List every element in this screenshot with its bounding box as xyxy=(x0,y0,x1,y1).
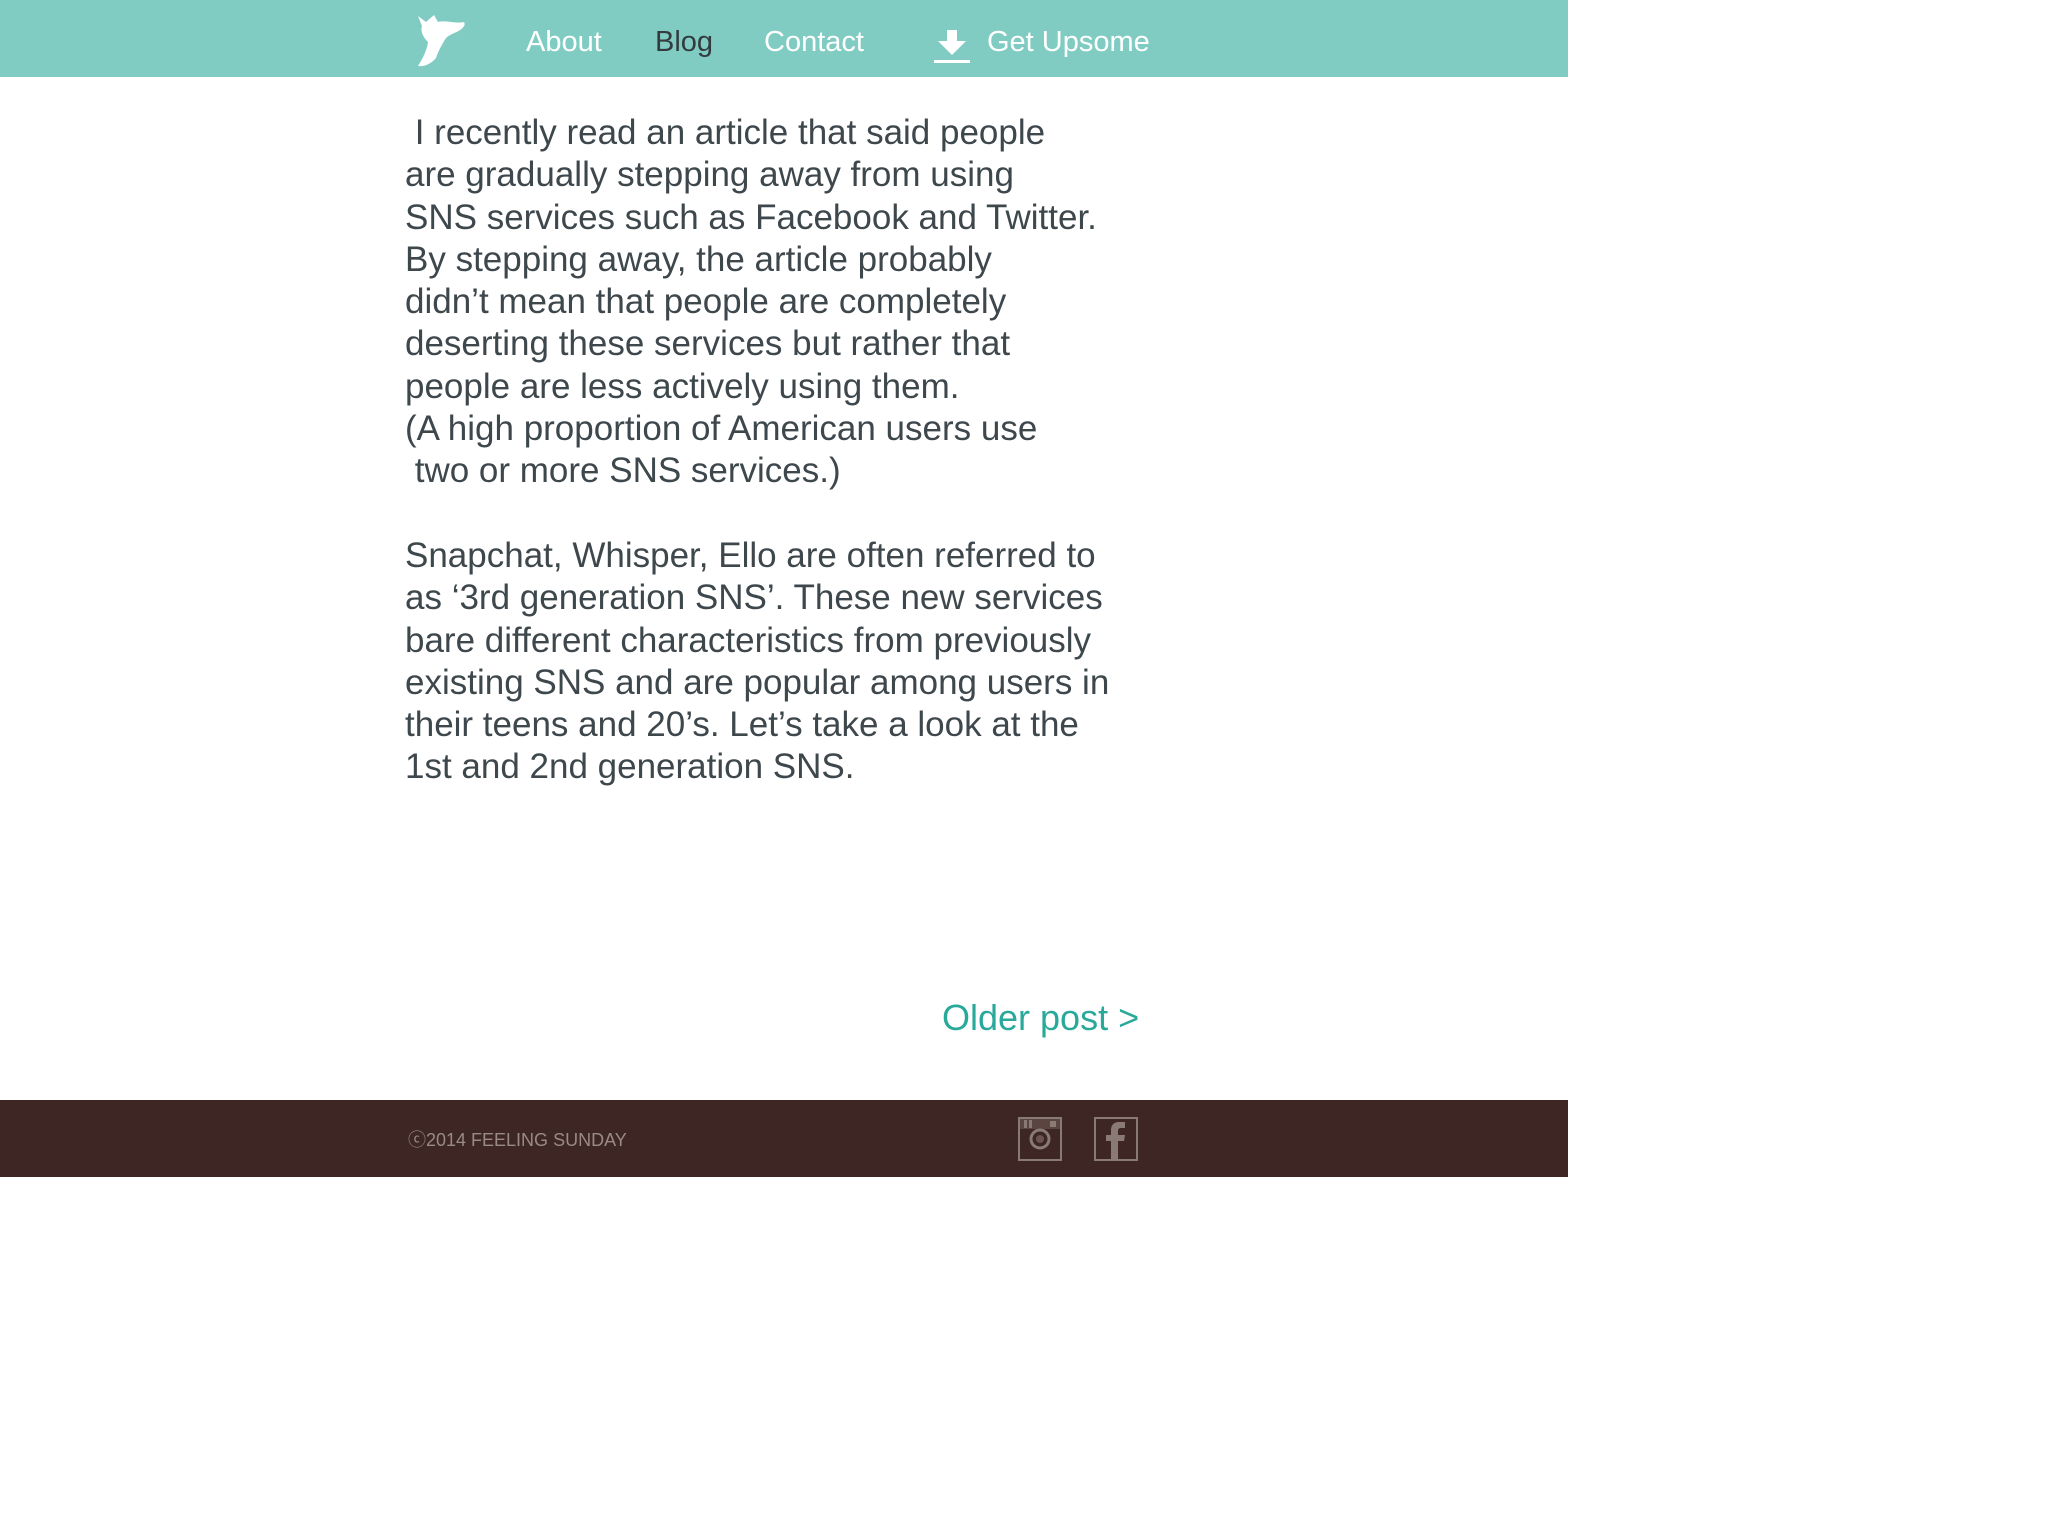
text-line: 1st and 2nd generation SNS. xyxy=(405,747,855,787)
text-line: are gradually stepping away from using xyxy=(405,155,1014,195)
text-line: as ‘3rd generation SNS’. These new servi… xyxy=(405,578,1103,618)
text-line: SNS services such as Facebook and Twitte… xyxy=(405,197,1097,237)
paragraph-1: I recently read an article that said peo… xyxy=(405,112,1165,493)
download-icon xyxy=(932,22,972,66)
text-line: I recently read an article that said peo… xyxy=(405,113,1046,152)
paragraph-2: Snapchat, Whisper, Ello are often referr… xyxy=(405,535,1165,789)
top-navigation-bar: About Blog Contact Get Upsome xyxy=(0,0,1568,77)
get-upsome-label: Get Upsome xyxy=(987,26,1150,58)
text-line: people are less actively using them. xyxy=(405,366,960,406)
text-line: deserting these services but rather that xyxy=(405,324,1011,364)
nav-about-link[interactable]: About xyxy=(526,22,602,62)
text-line: Snapchat, Whisper, Ello are often referr… xyxy=(405,535,1096,575)
get-upsome-button[interactable]: Get Upsome xyxy=(932,22,1150,66)
text-line: two or more SNS services.) xyxy=(405,451,841,491)
blog-post-body: I recently read an article that said peo… xyxy=(405,112,1165,789)
nav-blog-link[interactable]: Blog xyxy=(655,22,713,62)
text-line: existing SNS and are popular among users… xyxy=(405,662,1110,702)
goat-head-logo-icon[interactable] xyxy=(410,12,468,68)
copyright-text: ⓒ2014 FEELING SUNDAY xyxy=(408,1130,627,1150)
nav-contact-link[interactable]: Contact xyxy=(764,22,864,62)
text-line: bare different characteristics from prev… xyxy=(405,620,1092,660)
instagram-icon[interactable] xyxy=(1018,1117,1062,1161)
facebook-icon[interactable] xyxy=(1094,1117,1138,1161)
text-line: (A high proportion of American users use xyxy=(405,409,1038,449)
footer: ⓒ2014 FEELING SUNDAY xyxy=(0,1100,1568,1177)
text-line: didn’t mean that people are completely xyxy=(405,282,1007,322)
text-line: their teens and 20’s. Let’s take a look … xyxy=(405,705,1079,745)
text-line: By stepping away, the article probably xyxy=(405,239,992,279)
page: About Blog Contact Get Upsome I recently… xyxy=(0,0,1568,1177)
older-post-link[interactable]: Older post > xyxy=(942,996,1139,1040)
